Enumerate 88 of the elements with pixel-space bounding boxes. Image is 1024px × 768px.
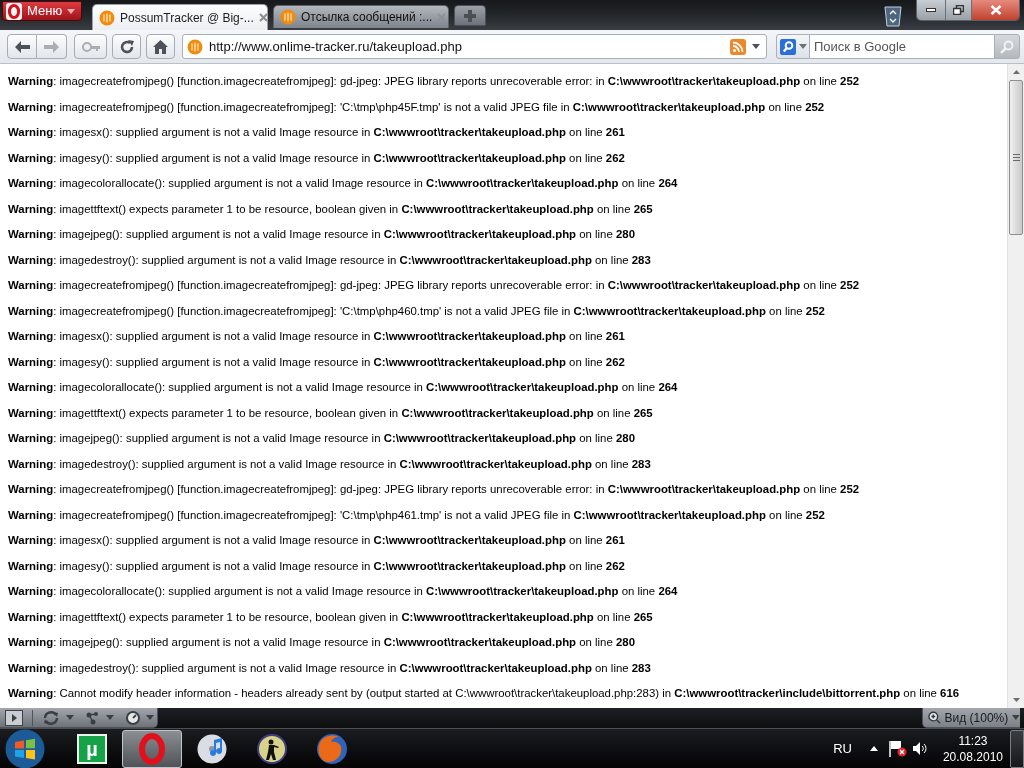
search-icon	[779, 38, 796, 55]
warning-message: Warning: imagejpeg(): supplied argument is not a valid Image resource in C:\wwwroot\tracker\takeupload.php on line 280	[8, 635, 635, 650]
warning-message: Warning: imagecreatefromjpeg() [function.imagecreatefromjpeg]: 'C:\tmp\php461.tmp' is not a valid JPEG file in C:\wwwroot\tracker\takeupload.php on line 252	[8, 507, 825, 523]
reload-icon	[118, 38, 135, 55]
caret-icon	[1012, 715, 1020, 720]
flag-alert-icon[interactable]	[888, 740, 907, 757]
back-button[interactable]	[7, 34, 37, 59]
up-triangle-icon	[1012, 70, 1020, 74]
close-icon[interactable]	[258, 13, 268, 22]
warning-message: Warning: imagedestroy(): supplied argument is not a valid Image resource in C:\wwwroot\tracker\takeupload.php on line 283	[8, 252, 651, 268]
restore-icon	[953, 5, 964, 15]
warning-message: Warning: Cannot modify header information - headers already sent by (output started at C:\wwwroot\tracker\takeupload.php:283) in C:\wwwroot\tracker\include\bittorrent.php on line 616	[8, 686, 960, 701]
caret-icon	[106, 715, 114, 720]
music-disc-icon	[197, 733, 227, 764]
browser-tab[interactable]: PossumTracker @ Big-...	[92, 4, 268, 30]
four-pane-flag-icon	[5, 728, 45, 768]
caret-icon	[146, 715, 154, 720]
warning-message: Warning: imagettftext() expects parameter 1 to be resource, boolean given in C:\wwwroot\tracker\takeupload.php on line 265	[8, 405, 653, 421]
site-favicon-icon	[280, 9, 296, 25]
warning-message: Warning: imagesy(): supplied argument is not a valid Image resource in C:\wwwroot\tracker\takeupload.php on line 262	[8, 150, 625, 166]
network-icon[interactable]	[86, 710, 100, 725]
up-triangle-icon[interactable]	[869, 746, 878, 751]
warning-message: Warning: imagedestroy(): supplied argument is not a valid Image resource in C:\wwwroot\tracker\takeupload.php on line 283	[8, 660, 651, 676]
warning-message: Warning: imagedestroy(): supplied argument is not a valid Image resource in C:\wwwroot\tracker\takeupload.php on line 283	[8, 456, 651, 472]
zoom-in-icon	[928, 711, 941, 724]
warning-message: Warning: imagejpeg(): supplied argument is not a valid Image resource in C:\wwwroot\tracker\takeupload.php on line 280	[8, 431, 635, 446]
ring-logo-icon	[6, 2, 22, 20]
show-desktop-button[interactable]	[1010, 729, 1024, 768]
warning-message: Warning: imagesx(): supplied argument is not a valid Image resource in C:\wwwroot\tracker\takeupload.php on line 261	[8, 329, 625, 344]
home-button[interactable]	[146, 34, 175, 59]
clock-date[interactable]: 20.08.2010	[942, 748, 1003, 765]
minimize-icon	[926, 8, 936, 12]
globe-swirl-icon	[316, 732, 348, 765]
rss-feed-icon[interactable]	[730, 38, 746, 55]
restore-button[interactable]	[946, 0, 972, 20]
clock-time[interactable]: 11:23	[958, 732, 988, 749]
browser-tab[interactable]: Отсылка сообщений :...	[273, 5, 449, 28]
search-engine-button[interactable]	[776, 34, 810, 59]
warning-message: Warning: imagecreatefromjpeg() [function.imagecreatefromjpeg]: gd-jpeg: JPEG library reports unrecoverable error: in C:\wwwroot\tracker\takeupload.php on line 252	[8, 482, 860, 497]
ring-logo-icon	[139, 732, 165, 765]
plus-icon	[464, 9, 476, 22]
home-icon	[153, 39, 168, 54]
zoom-button[interactable]: Вид (100%)	[922, 708, 1020, 728]
panel-toggle-icon[interactable]	[5, 709, 23, 726]
close-button[interactable]	[972, 0, 1019, 20]
key-icon	[81, 41, 100, 52]
site-favicon-icon	[99, 9, 115, 26]
gauge-icon[interactable]	[126, 710, 140, 725]
search-field[interactable]: Поиск в Google	[810, 34, 994, 59]
caret-icon	[66, 715, 74, 720]
minimize-button[interactable]	[917, 0, 946, 20]
warning-message: Warning: imagesx(): supplied argument is not a valid Image resource in C:\wwwroot\tracker\takeupload.php on line 261	[8, 125, 625, 140]
dropdown-caret-icon[interactable]	[752, 44, 760, 49]
figure-emblem-icon	[257, 733, 287, 764]
warning-message: Warning: imagejpeg(): supplied argument is not a valid Image resource in C:\wwwroot\tracker\takeupload.php on line 280	[8, 227, 635, 242]
warning-message: Warning: imagesy(): supplied argument is not a valid Image resource in C:\wwwroot\tracker\takeupload.php on line 262	[8, 558, 625, 574]
warning-message: Warning: imagesy(): supplied argument is not a valid Image resource in C:\wwwroot\tracker\takeupload.php on line 262	[8, 354, 625, 370]
warning-message: Warning: imagecolorallocate(): supplied argument is not a valid Image resource in C:\wwwroot\tracker\takeupload.php on line 264	[8, 584, 678, 599]
start-button[interactable]	[5, 728, 45, 768]
warning-message: Warning: imagettftext() expects parameter 1 to be resource, boolean given in C:\wwwroot\tracker\takeupload.php on line 265	[8, 201, 653, 217]
mu-tile-logo: µ	[77, 733, 107, 764]
site-favicon-icon	[187, 38, 203, 55]
menu-button[interactable]: Меню	[2, 1, 82, 21]
warning-message: Warning: imagesx(): supplied argument is not a valid Image resource in C:\wwwroot\tracker\takeupload.php on line 261	[8, 533, 625, 548]
new-tab-button[interactable]	[454, 5, 486, 26]
scrollbar-thumb[interactable]	[1009, 80, 1023, 235]
sync-icon[interactable]	[42, 710, 60, 725]
language-indicator[interactable]: RU	[833, 738, 852, 759]
close-icon	[989, 5, 1002, 15]
warning-message: Warning: imagettftext() expects parameter 1 to be resource, boolean given in C:\wwwroot\tracker\takeupload.php on line 265	[8, 609, 653, 625]
warning-message: Warning: imagecreatefromjpeg() [function.imagecreatefromjpeg]: 'C:\tmp\php45F.tmp' is not a valid JPEG file in C:\wwwroot\tracker\takeupload.php on line 252	[8, 99, 825, 115]
forward-arrow-icon	[44, 40, 59, 53]
caret-icon	[798, 44, 807, 49]
reload-button[interactable]	[112, 34, 141, 59]
recycle-bin-icon	[884, 5, 902, 27]
warning-message: Warning: imagecreatefromjpeg() [function.imagecreatefromjpeg]: gd-jpeg: JPEG library reports unrecoverable error: in C:\wwwroot\tracker\takeupload.php on line 252	[8, 278, 860, 293]
warning-message: Warning: imagecolorallocate(): supplied argument is not a valid Image resource in C:\wwwroot\tracker\takeupload.php on line 264	[8, 380, 678, 395]
warning-message: Warning: imagecolorallocate(): supplied argument is not a valid Image resource in C:\wwwroot\tracker\takeupload.php on line 264	[8, 176, 678, 191]
warning-message: Warning: imagecreatefromjpeg() [function.imagecreatefromjpeg]: 'C:\tmp\php460.tmp' is not a valid JPEG file in C:\wwwroot\tracker\takeupload.php on line 252	[8, 303, 825, 319]
warning-message: Warning: imagecreatefromjpeg() [function.imagecreatefromjpeg]: gd-jpeg: JPEG library reports unrecoverable error: in C:\wwwroot\tracker\takeupload.php on line 252	[8, 74, 860, 89]
down-triangle-icon	[1012, 698, 1020, 702]
back-arrow-icon	[14, 40, 30, 53]
address-field[interactable]: http://www.onlime-tracker.ru/takeupload.php	[182, 34, 767, 59]
grip-icon	[1012, 154, 1020, 161]
taskbar-app-button[interactable]	[122, 729, 182, 768]
speaker-icon[interactable]	[912, 742, 928, 755]
search-icon	[1000, 39, 1014, 54]
caret-icon	[67, 8, 76, 14]
